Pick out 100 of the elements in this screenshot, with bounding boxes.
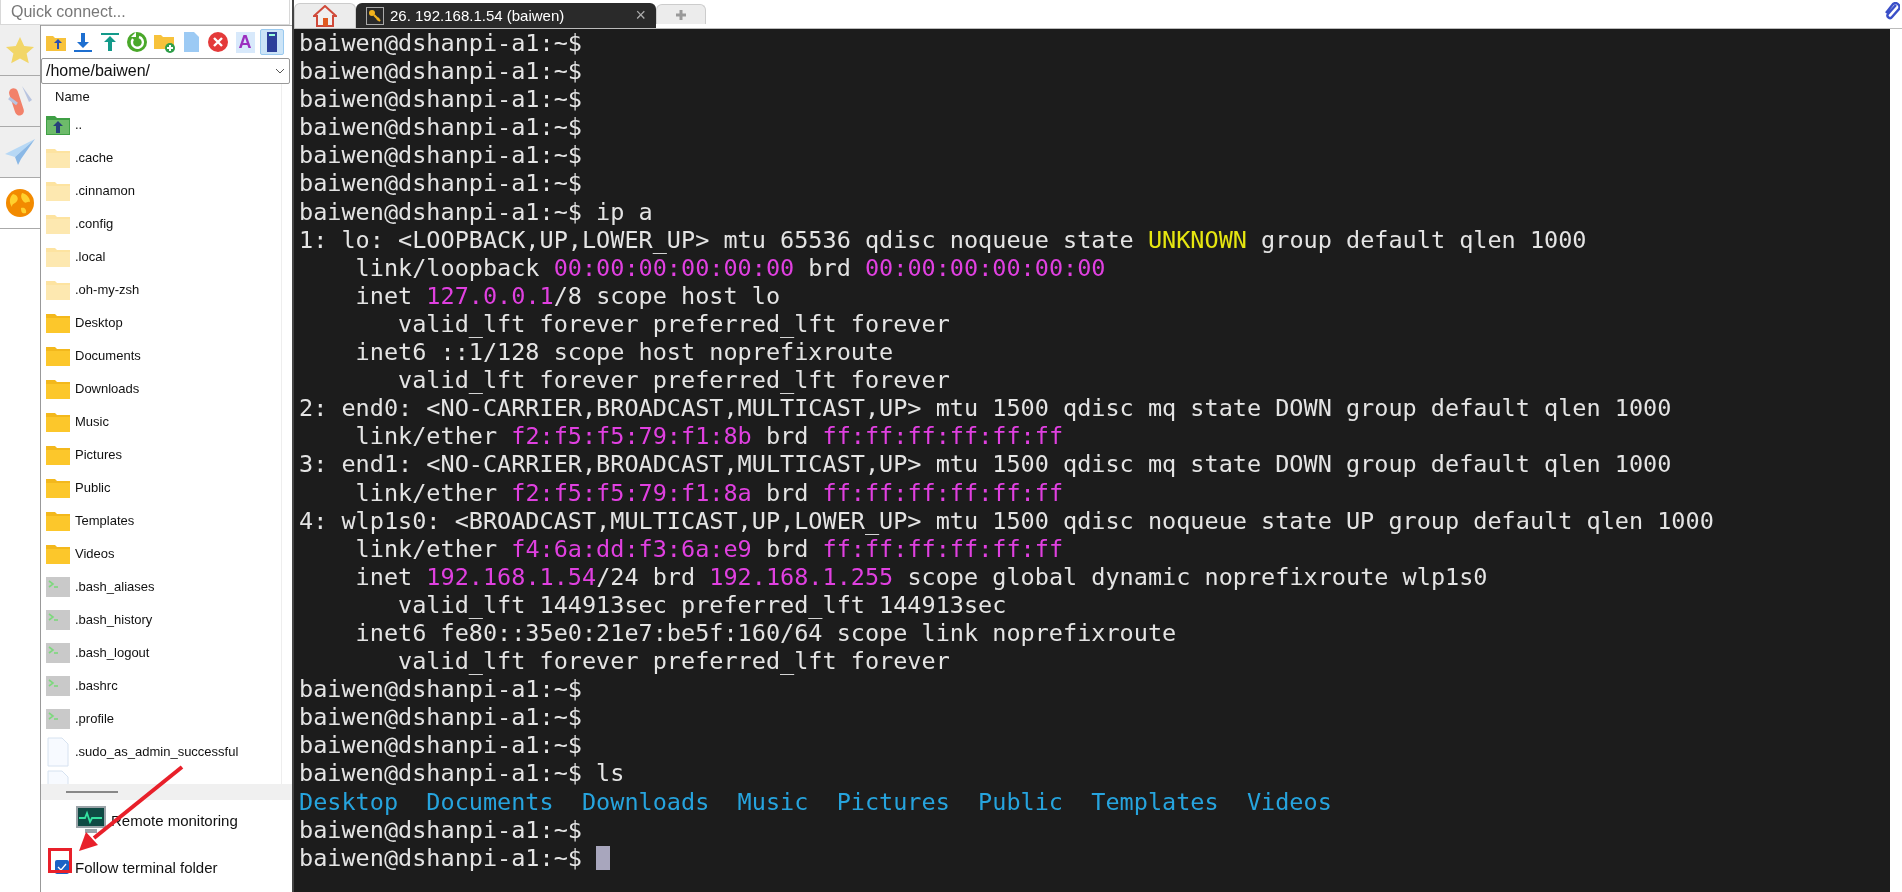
- terminal-text: 3: end1: <NO-CARRIER,BROADCAST,MULTICAST,UP> mtu 1500 qdisc mq state DOWN group default qlen 1000: [299, 450, 1672, 479]
- file-name[interactable]: .bash_aliases: [75, 579, 155, 594]
- folder-icon: [45, 476, 71, 499]
- terminal-text: baiwen@dshanpi-a1:~$: [299, 815, 582, 844]
- terminal-file-icon: [45, 707, 71, 730]
- key-icon: [366, 6, 384, 25]
- path-dropdown[interactable]: /home/baiwen/: [41, 58, 290, 84]
- terminal-text: 00:00:00:00:00:00: [864, 253, 1106, 282]
- terminal-text: 2: end0: <NO-CARRIER,BROADCAST,MULTICAST,UP> mtu 1500 qdisc mq state DOWN group default qlen 1000: [299, 394, 1672, 423]
- terminal-file-icon: [45, 608, 71, 631]
- session-tab[interactable]: 26. 192.168.1.54 (baiwen) ×: [356, 3, 656, 28]
- terminal-text: f2:f5:f5:79:f1:8a: [511, 478, 752, 507]
- folder-arrow-icon: [45, 113, 71, 136]
- terminal-file-icon: [45, 674, 71, 697]
- file-name[interactable]: Documents: [75, 348, 141, 363]
- terminal-text: /24 brd: [596, 562, 697, 591]
- terminal-text: scope global dynamic noprefixroute wlp1s0: [906, 562, 1488, 591]
- terminal-text: brd: [765, 534, 809, 563]
- new-tab-button[interactable]: [656, 4, 706, 24]
- star-icon[interactable]: [5, 36, 35, 64]
- monitor-icon[interactable]: [75, 805, 107, 835]
- folder-icon: [45, 212, 71, 235]
- folder-icon: [45, 278, 71, 301]
- folder-icon: [45, 245, 71, 268]
- file-icon: [45, 736, 71, 767]
- terminal-text: /8 scope host lo: [553, 281, 781, 310]
- terminal-text: valid_lft forever preferred_lft forever: [397, 309, 950, 339]
- file-name[interactable]: .bash_logout: [75, 645, 150, 660]
- terminal-text: link/loopback: [354, 253, 540, 282]
- terminal-text: baiwen@dshanpi-a1:~$: [299, 85, 582, 114]
- refresh-button[interactable]: [125, 29, 149, 55]
- text-button[interactable]: A: [233, 29, 257, 55]
- file-name[interactable]: .cinnamon: [75, 183, 135, 198]
- panel-button[interactable]: [260, 29, 284, 55]
- file-name[interactable]: Templates: [75, 513, 135, 528]
- file-name[interactable]: Pictures: [75, 447, 122, 462]
- terminal-text: f4:6a:dd:f3:6a:e9: [511, 534, 752, 563]
- file-name[interactable]: ..: [75, 117, 83, 132]
- folder-icon: [45, 509, 71, 532]
- plus-icon: [675, 8, 687, 21]
- terminal-text: link/ether: [354, 422, 499, 451]
- folder-icon: [45, 377, 71, 400]
- column-header[interactable]: Name: [55, 88, 90, 104]
- file-name[interactable]: Downloads: [75, 381, 140, 396]
- terminal-text: baiwen@dshanpi-a1:~$: [299, 675, 582, 704]
- terminal-text: inet6 fe80::35e0:21e7:be5f:160/64 scope link noprefixroute: [354, 618, 1177, 648]
- delete-icon: [207, 31, 229, 53]
- upload-icon: [99, 31, 121, 53]
- terminal-text: 1: lo: <LOOPBACK,UP,LOWER_UP> mtu 65536 qdisc noqueue state: [299, 225, 1135, 254]
- home-tab[interactable]: [294, 3, 356, 28]
- terminal-file-icon: [45, 575, 71, 598]
- paperclip-icon[interactable]: [1884, 2, 1900, 22]
- terminal-text: inet: [354, 281, 414, 310]
- terminal-text: ff:ff:ff:ff:ff:ff: [822, 422, 1064, 451]
- file-name[interactable]: Desktop: [75, 315, 123, 330]
- folder-icon: [45, 542, 71, 565]
- terminal-text: ff:ff:ff:ff:ff:ff: [822, 478, 1064, 507]
- terminal-text: baiwen@dshanpi-a1:~$: [299, 29, 582, 58]
- checkbox-label[interactable]: Follow terminal folder: [75, 858, 218, 876]
- terminal-text: ff:ff:ff:ff:ff:ff: [822, 534, 1064, 563]
- terminal-text: baiwen@dshanpi-a1:~$: [299, 703, 582, 732]
- terminal-text: link/ether: [354, 534, 498, 563]
- terminal-text: baiwen@dshanpi-a1:~$: [299, 113, 582, 142]
- file-name[interactable]: .bashrc: [75, 678, 118, 693]
- file-name[interactable]: Videos: [75, 546, 115, 561]
- file-name[interactable]: .local: [75, 249, 106, 264]
- chevron-icon: [275, 68, 285, 74]
- file-name[interactable]: .config: [75, 216, 114, 231]
- terminal-text: baiwen@dshanpi-a1:~$ ls: [299, 759, 625, 788]
- globe-icon[interactable]: [5, 188, 35, 218]
- download-icon: [72, 31, 94, 53]
- terminal-text: valid_lft forever preferred_lft forever: [397, 647, 950, 676]
- terminal-text: inet6 ::1/128 scope host noprefixroute: [354, 338, 894, 367]
- terminal-file-icon: [45, 641, 71, 664]
- file-name[interactable]: Public: [75, 480, 111, 495]
- terminal-text: inet: [354, 562, 414, 591]
- terminal-text: baiwen@dshanpi-a1:~$: [299, 57, 582, 86]
- folder-icon: [45, 410, 71, 433]
- quick-connect-field[interactable]: Quick connect...: [0, 0, 290, 25]
- folder-icon: [45, 179, 71, 202]
- file-name[interactable]: .cache: [75, 150, 114, 165]
- terminal[interactable]: [294, 29, 1890, 892]
- file-name[interactable]: .sudo_as_admin_successful: [75, 744, 239, 759]
- terminal-text: baiwen@dshanpi-a1:~$: [299, 731, 582, 760]
- house-icon: [313, 5, 337, 27]
- splitter-handle[interactable]: [66, 791, 118, 793]
- file-name[interactable]: Music: [75, 414, 109, 429]
- delete-button[interactable]: [206, 29, 230, 55]
- close-tab-button[interactable]: ×: [635, 5, 646, 26]
- file-name[interactable]: .oh-my-zsh: [75, 282, 140, 297]
- paper-plane-icon[interactable]: [4, 138, 36, 166]
- terminal-text: brd: [807, 253, 852, 282]
- terminal-text: baiwen@dshanpi-a1:~$: [299, 843, 583, 872]
- file-name[interactable]: .profile: [75, 711, 115, 726]
- terminal-text: baiwen@dshanpi-a1:~$ ip a: [299, 197, 653, 226]
- file-name[interactable]: .bash_history: [75, 612, 153, 627]
- terminal-text: valid_lft forever preferred_lft forever: [397, 366, 950, 395]
- terminal-text: group default qlen 1000: [1260, 225, 1587, 254]
- cursor: [596, 845, 611, 870]
- terminal-text: f2:f5:f5:79:f1:8b: [511, 422, 752, 451]
